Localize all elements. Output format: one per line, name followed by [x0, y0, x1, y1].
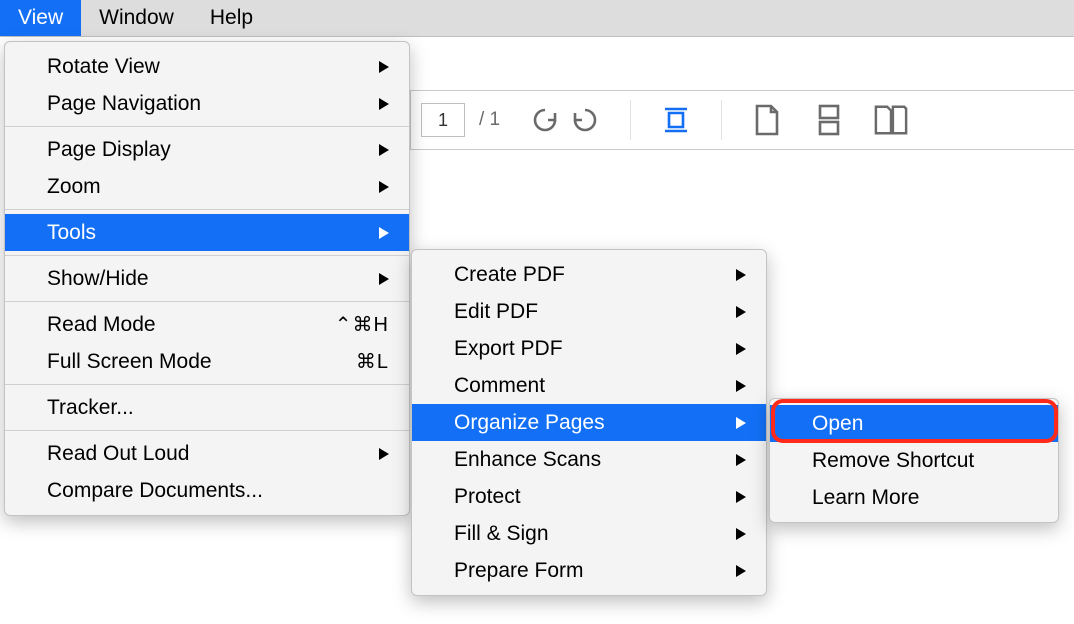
toolbar: / 1 — [410, 90, 1074, 150]
menu-separator — [5, 209, 409, 210]
menu-tools-label: Tools — [47, 221, 96, 245]
menu-edit-pdf-label: Edit PDF — [454, 300, 538, 324]
menu-organize-pages[interactable]: Organize Pages — [412, 404, 766, 441]
menu-rotate-view[interactable]: Rotate View — [5, 48, 409, 85]
menu-fill-sign-label: Fill & Sign — [454, 522, 549, 546]
submenu-arrow-icon — [736, 454, 746, 466]
menu-fill-sign[interactable]: Fill & Sign — [412, 515, 766, 552]
menu-separator — [5, 301, 409, 302]
menu-comment[interactable]: Comment — [412, 367, 766, 404]
menu-full-screen-mode[interactable]: Full Screen Mode ⌘L — [5, 343, 409, 380]
submenu-arrow-icon — [736, 380, 746, 392]
submenu-arrow-icon — [736, 491, 746, 503]
menu-full-screen-mode-label: Full Screen Mode — [47, 350, 212, 374]
menubar-view-label: View — [18, 6, 63, 30]
menu-prepare-form[interactable]: Prepare Form — [412, 552, 766, 589]
page-icon[interactable] — [750, 103, 784, 137]
menu-tools[interactable]: Tools — [5, 214, 409, 251]
menu-zoom[interactable]: Zoom — [5, 168, 409, 205]
menu-separator — [5, 384, 409, 385]
menu-prepare-form-label: Prepare Form — [454, 559, 584, 583]
menu-enhance-scans-label: Enhance Scans — [454, 448, 601, 472]
toolbar-separator — [721, 100, 722, 140]
menu-page-display-label: Page Display — [47, 138, 171, 162]
menubar-help-label: Help — [210, 6, 253, 30]
menu-read-out-loud[interactable]: Read Out Loud — [5, 435, 409, 472]
menu-read-mode-shortcut: ⌃⌘H — [335, 312, 389, 337]
submenu-arrow-icon — [379, 448, 389, 460]
menu-read-out-loud-label: Read Out Loud — [47, 442, 189, 466]
submenu-arrow-icon — [736, 269, 746, 281]
menu-separator — [5, 255, 409, 256]
menu-page-navigation[interactable]: Page Navigation — [5, 85, 409, 122]
menu-show-hide[interactable]: Show/Hide — [5, 260, 409, 297]
menu-enhance-scans[interactable]: Enhance Scans — [412, 441, 766, 478]
menu-create-pdf-label: Create PDF — [454, 263, 565, 287]
fit-width-icon[interactable] — [659, 103, 693, 137]
menu-page-display[interactable]: Page Display — [5, 131, 409, 168]
page-total-label: / 1 — [479, 109, 500, 131]
menu-protect[interactable]: Protect — [412, 478, 766, 515]
toolbar-separator — [630, 100, 631, 140]
menu-export-pdf-label: Export PDF — [454, 337, 563, 361]
menu-learn-more[interactable]: Learn More — [770, 479, 1058, 516]
menubar-window[interactable]: Window — [81, 0, 192, 36]
organize-pages-submenu: Open Remove Shortcut Learn More — [769, 398, 1059, 523]
menu-open-label: Open — [812, 412, 863, 436]
menu-compare-documents-label: Compare Documents... — [47, 479, 263, 503]
menubar-window-label: Window — [99, 6, 174, 30]
submenu-arrow-icon — [379, 227, 389, 239]
two-page-icon[interactable] — [874, 103, 908, 137]
rotate-ccw-icon[interactable] — [568, 103, 602, 137]
menubar-view[interactable]: View — [0, 0, 81, 36]
page-number-input[interactable] — [421, 103, 465, 137]
menu-learn-more-label: Learn More — [812, 486, 919, 510]
submenu-arrow-icon — [736, 306, 746, 318]
menu-create-pdf[interactable]: Create PDF — [412, 256, 766, 293]
menu-tracker-label: Tracker... — [47, 396, 134, 420]
menu-compare-documents[interactable]: Compare Documents... — [5, 472, 409, 509]
submenu-arrow-icon — [736, 528, 746, 540]
menubar: View Window Help — [0, 0, 1074, 37]
menu-read-mode[interactable]: Read Mode ⌃⌘H — [5, 306, 409, 343]
menu-organize-pages-label: Organize Pages — [454, 411, 605, 435]
submenu-arrow-icon — [736, 417, 746, 429]
submenu-arrow-icon — [379, 61, 389, 73]
menu-remove-shortcut-label: Remove Shortcut — [812, 449, 974, 473]
submenu-arrow-icon — [379, 144, 389, 156]
menu-remove-shortcut[interactable]: Remove Shortcut — [770, 442, 1058, 479]
submenu-arrow-icon — [379, 181, 389, 193]
menu-tracker[interactable]: Tracker... — [5, 389, 409, 426]
menu-protect-label: Protect — [454, 485, 521, 509]
submenu-arrow-icon — [379, 273, 389, 285]
menu-edit-pdf[interactable]: Edit PDF — [412, 293, 766, 330]
menu-page-navigation-label: Page Navigation — [47, 92, 201, 116]
menu-read-mode-label: Read Mode — [47, 313, 156, 337]
menu-zoom-label: Zoom — [47, 175, 101, 199]
menu-open[interactable]: Open — [770, 405, 1058, 442]
menu-rotate-view-label: Rotate View — [47, 55, 160, 79]
scroll-icon[interactable] — [812, 103, 846, 137]
submenu-arrow-icon — [736, 343, 746, 355]
submenu-arrow-icon — [379, 98, 389, 110]
menu-show-hide-label: Show/Hide — [47, 267, 149, 291]
menu-separator — [5, 126, 409, 127]
view-menu: Rotate View Page Navigation Page Display… — [4, 41, 410, 516]
menu-full-screen-shortcut: ⌘L — [356, 349, 389, 374]
rotate-cw-icon[interactable] — [528, 103, 562, 137]
submenu-arrow-icon — [736, 565, 746, 577]
menu-comment-label: Comment — [454, 374, 545, 398]
menubar-help[interactable]: Help — [192, 0, 271, 36]
tools-submenu: Create PDF Edit PDF Export PDF Comment O… — [411, 249, 767, 596]
menu-separator — [5, 430, 409, 431]
menu-export-pdf[interactable]: Export PDF — [412, 330, 766, 367]
